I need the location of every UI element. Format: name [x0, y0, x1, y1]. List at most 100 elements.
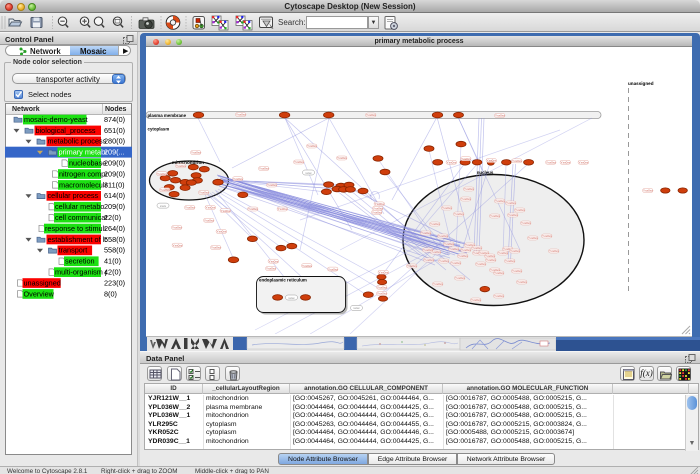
svg-text:Yxx0xx: Yxx0xx [233, 177, 243, 181]
svg-text:223(0): 223(0) [104, 278, 125, 287]
svg-text:Yxx0xx: Yxx0xx [379, 271, 389, 275]
svg-text:Yxx0xx: Yxx0xx [211, 246, 221, 250]
svg-text:Yxx0xx: Yxx0xx [487, 159, 497, 163]
svg-text:nucleus: nucleus [477, 170, 494, 175]
svg-text:Yxx0xx: Yxx0xx [546, 161, 556, 165]
svg-text:614(0): 614(0) [104, 191, 125, 200]
svg-text:Yxx0xx: Yxx0xx [423, 248, 433, 252]
svg-text:unassigned: unassigned [628, 81, 654, 86]
svg-text:Yxx0xx: Yxx0xx [185, 206, 195, 210]
svg-text:Yxx0xx: Yxx0xx [221, 209, 231, 213]
svg-text:Yxx0xx: Yxx0xx [248, 207, 258, 211]
svg-text:cell communicat: cell communicat [55, 213, 107, 222]
svg-text:xxxx: xxxx [160, 204, 167, 208]
svg-text:endoplasmic reticulum: endoplasmic reticulum [259, 278, 307, 283]
svg-text:Yxx0xx: Yxx0xx [433, 282, 443, 286]
svg-text:cellular metabo: cellular metabo [55, 202, 104, 211]
svg-text:Yxx0xx: Yxx0xx [204, 219, 214, 223]
svg-text:Yxx0xx: Yxx0xx [471, 298, 481, 302]
svg-text:Yxx0xx: Yxx0xx [236, 113, 246, 117]
svg-text:establishment of lo: establishment of lo [48, 235, 109, 244]
svg-text:209(0): 209(0) [104, 159, 125, 168]
svg-text:311(0): 311(0) [104, 180, 125, 189]
svg-text:209(0): 209(0) [104, 202, 125, 211]
svg-text:Yxx0xx: Yxx0xx [191, 151, 201, 155]
svg-text:Yxx0xx: Yxx0xx [461, 248, 471, 252]
svg-text:xxxx: xxxx [353, 306, 360, 310]
svg-text:Yxx0xx: Yxx0xx [505, 259, 515, 263]
svg-text:Yxx0xx: Yxx0xx [337, 156, 347, 160]
svg-text:Yxx0xx: Yxx0xx [498, 251, 508, 255]
svg-text:response to stimulu: response to stimulu [45, 224, 108, 233]
svg-text:macromolecule: macromolecule [59, 180, 108, 189]
svg-text:Yxx0xx: Yxx0xx [494, 294, 504, 298]
svg-text:42(0): 42(0) [104, 268, 121, 277]
svg-text:Yxx0xx: Yxx0xx [495, 199, 505, 203]
svg-text:plasma membrane: plasma membrane [148, 113, 187, 118]
svg-text:Yxx0xx: Yxx0xx [451, 261, 461, 265]
svg-text:Yxx0xx: Yxx0xx [476, 262, 486, 266]
svg-text:Yxx0xx: Yxx0xx [472, 246, 482, 250]
svg-text:Yxx0xx: Yxx0xx [508, 213, 518, 217]
svg-text:primary metabo: primary metabo [59, 148, 110, 157]
svg-text:8(0): 8(0) [104, 289, 117, 298]
svg-text:Yxx0xx: Yxx0xx [266, 267, 276, 271]
svg-text:874(0): 874(0) [104, 115, 125, 124]
svg-text:Yxx0xx: Yxx0xx [421, 231, 431, 235]
svg-text:Yxx0xx: Yxx0xx [269, 259, 279, 263]
svg-text:Yxx0xx: Yxx0xx [375, 202, 385, 206]
svg-text:Yxx0xx: Yxx0xx [377, 285, 387, 289]
svg-text:651(0): 651(0) [104, 126, 125, 135]
svg-text:Yxx0xx: Yxx0xx [490, 214, 500, 218]
svg-text:cellular process: cellular process [48, 191, 99, 200]
svg-text:Yxx0xx: Yxx0xx [424, 258, 434, 262]
svg-text:Yxx0xx: Yxx0xx [515, 208, 525, 212]
svg-text:Yxx0xx: Yxx0xx [486, 258, 496, 262]
svg-text:Yxx0xx: Yxx0xx [172, 226, 182, 230]
svg-text:Yxx0xx: Yxx0xx [206, 206, 216, 210]
svg-text:22(0): 22(0) [104, 213, 121, 222]
svg-text:41(0): 41(0) [104, 257, 121, 266]
svg-text:Yxx0xx: Yxx0xx [454, 212, 464, 216]
svg-text:Yxx0xx: Yxx0xx [438, 234, 448, 238]
svg-text:Yxx0xx: Yxx0xx [506, 201, 516, 205]
svg-text:Yxx0xx: Yxx0xx [494, 271, 504, 275]
svg-text:Yxx0xx: Yxx0xx [549, 249, 559, 253]
svg-text:Yxx0xx: Yxx0xx [517, 280, 527, 284]
svg-text:280(0): 280(0) [104, 137, 125, 146]
svg-text:transport: transport [59, 246, 88, 255]
svg-text:xxxx: xxxx [288, 296, 295, 300]
svg-text:Overview: Overview [24, 289, 55, 298]
svg-text:nitrogen compo: nitrogen compo [59, 169, 109, 178]
svg-text:Yxx0xx: Yxx0xx [561, 161, 571, 165]
svg-text:Yxx0xx: Yxx0xx [430, 222, 440, 226]
svg-text:Yxx0xx: Yxx0xx [160, 188, 170, 192]
svg-text:264(0): 264(0) [104, 224, 125, 233]
svg-text:Yxx0xx: Yxx0xx [542, 234, 552, 238]
svg-text:Yxx0xx: Yxx0xx [176, 164, 186, 168]
svg-text:Yxx0xx: Yxx0xx [512, 269, 522, 273]
svg-text:Yxx0xx: Yxx0xx [372, 211, 382, 215]
svg-text:Yxx0xx: Yxx0xx [464, 187, 474, 191]
svg-text:Yxx0xx: Yxx0xx [643, 189, 653, 193]
svg-text:Yxx0xx: Yxx0xx [449, 247, 459, 251]
svg-text:unassigned: unassigned [24, 278, 61, 287]
svg-text:Yxx0xx: Yxx0xx [302, 264, 312, 268]
svg-text:209(0): 209(0) [104, 169, 125, 178]
svg-text:metabolic process: metabolic process [48, 137, 107, 146]
svg-text:Yxx0xx: Yxx0xx [510, 249, 520, 253]
svg-text:Yxx0xx: Yxx0xx [267, 183, 277, 187]
svg-text:Yxx0xx: Yxx0xx [259, 167, 269, 171]
svg-text:Yxx0xx: Yxx0xx [528, 236, 538, 240]
svg-text:Yxx0xx: Yxx0xx [444, 242, 454, 246]
svg-text:Yxx0xx: Yxx0xx [366, 113, 376, 117]
svg-text:Yxx0xx: Yxx0xx [458, 254, 468, 258]
svg-text:558(0): 558(0) [104, 246, 125, 255]
svg-text:Yxx0xx: Yxx0xx [447, 161, 457, 165]
svg-text:cytoplasm: cytoplasm [148, 127, 170, 132]
svg-text:Yxx0xx: Yxx0xx [455, 276, 465, 280]
svg-text:Yxx0xx: Yxx0xx [217, 230, 227, 234]
svg-text:Yxx0xx: Yxx0xx [521, 221, 531, 225]
svg-text:Yxx0xx: Yxx0xx [461, 157, 471, 161]
svg-text:Yxx0xx: Yxx0xx [328, 267, 338, 271]
